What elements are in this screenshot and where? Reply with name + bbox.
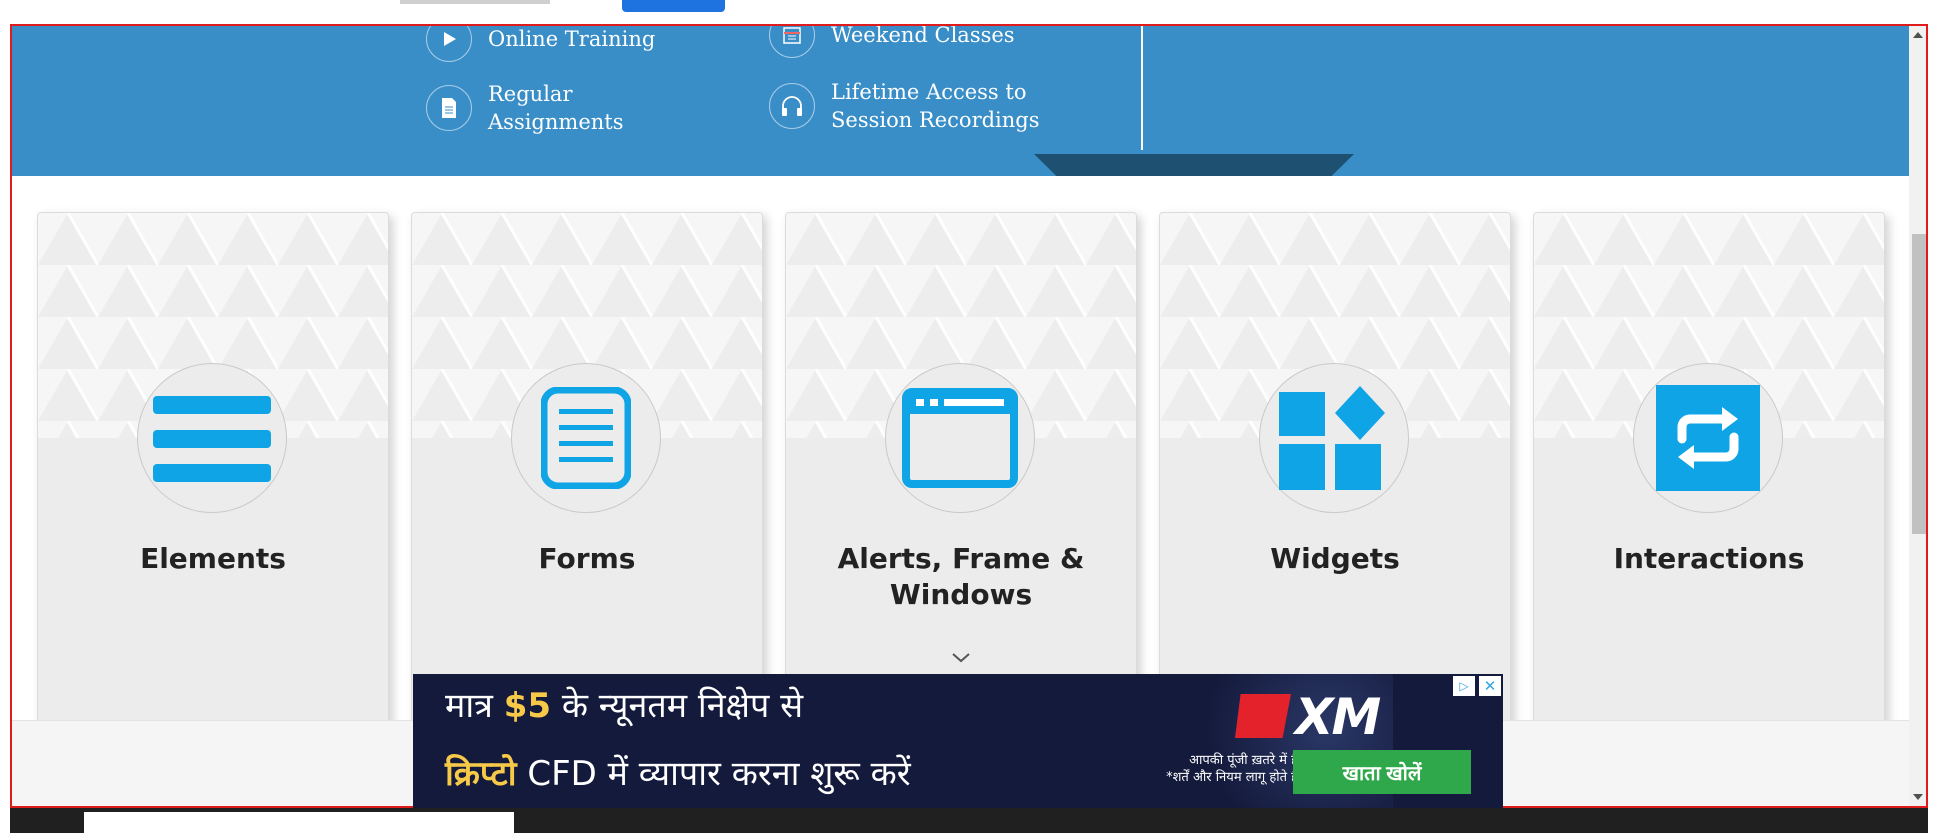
interactions-icon [1656,385,1760,491]
card-icon-circle [137,363,287,513]
ad-disclaimer: आपकी पूंजी ख़तरे में है। *शर्तें और नियम… [1166,753,1303,785]
card-icon-circle [1259,363,1409,513]
scroll-up-arrow-icon[interactable] [1913,32,1923,38]
card-title: Widgets [1270,542,1400,575]
feature-label: Online Training [488,27,656,51]
scrollbar-thumb[interactable] [1912,234,1926,534]
card-icon-circle [1633,363,1783,513]
card-forms[interactable]: Forms [411,212,763,754]
document-icon [426,85,472,131]
card-widgets[interactable]: Widgets [1159,212,1511,754]
calendar-icon [769,26,815,58]
ad-text: के न्यूनतम निक्षेप से [551,686,804,726]
feature-label: Weekend Classes [831,24,1015,47]
card-alerts-frame-windows[interactable]: Alerts, Frame & Windows [785,212,1137,754]
browser-top-strip [0,0,1942,24]
feature-online-training: Online Training [426,26,656,62]
card-icon-circle [885,363,1035,513]
card-elements[interactable]: Elements [37,212,389,754]
card-title: Interactions [1613,542,1805,575]
top-blue-button[interactable] [622,0,725,12]
ad-highlight: क्रिप्टो [445,754,517,794]
ad-banner[interactable]: मात्र $5 के न्यूनतम निक्षेप से क्रिप्टो … [413,674,1503,812]
form-icon [541,387,631,489]
ad-highlight: $5 [503,686,552,726]
ad-choices-icon[interactable]: ▷ [1453,676,1475,696]
card-title: Alerts, Frame & Windows [837,542,1085,611]
headphones-icon [769,83,815,129]
banner-divider [1141,26,1143,150]
window-icon [902,388,1018,488]
chevron-down-icon[interactable] [944,649,978,667]
banner-tab-shape [1034,154,1354,176]
top-bar-fragment [400,0,550,4]
feature-weekend-classes: Weekend Classes [769,24,1015,58]
open-account-button[interactable]: खाता खोलें [1293,750,1471,794]
feature-regular-assignments: Regular Assignments [426,80,624,136]
taskbar-search-fragment [84,812,514,833]
scroll-down-arrow-icon[interactable] [1913,794,1923,800]
feature-label: Regular Assignments [488,82,624,134]
ad-headline-1: मात्र $5 के न्यूनतम निक्षेप से [445,684,803,728]
ad-headline-2: क्रिप्टो CFD में व्यापार करना शुरू करें [445,752,911,796]
card-title: Elements [140,542,286,575]
xm-logo: XM [1295,688,1381,746]
feature-label: Lifetime Access to Session Recordings [831,80,1040,132]
play-icon [426,26,472,62]
widgets-icon [1279,386,1385,490]
card-icon-circle [511,363,661,513]
menu-icon [153,396,271,482]
card-title: Forms [538,542,636,575]
ad-close-icon[interactable]: ✕ [1479,676,1501,696]
ad-text: मात्र [445,686,504,726]
ad-text: CFD में व्यापार करना शुरू करें [516,754,911,794]
training-banner: Online Training Weekend Classes Regular … [12,26,1909,176]
feature-lifetime-access: Lifetime Access to Session Recordings [769,78,1040,134]
xm-logo-mark-icon [1235,694,1291,738]
card-interactions[interactable]: Interactions [1533,212,1885,754]
